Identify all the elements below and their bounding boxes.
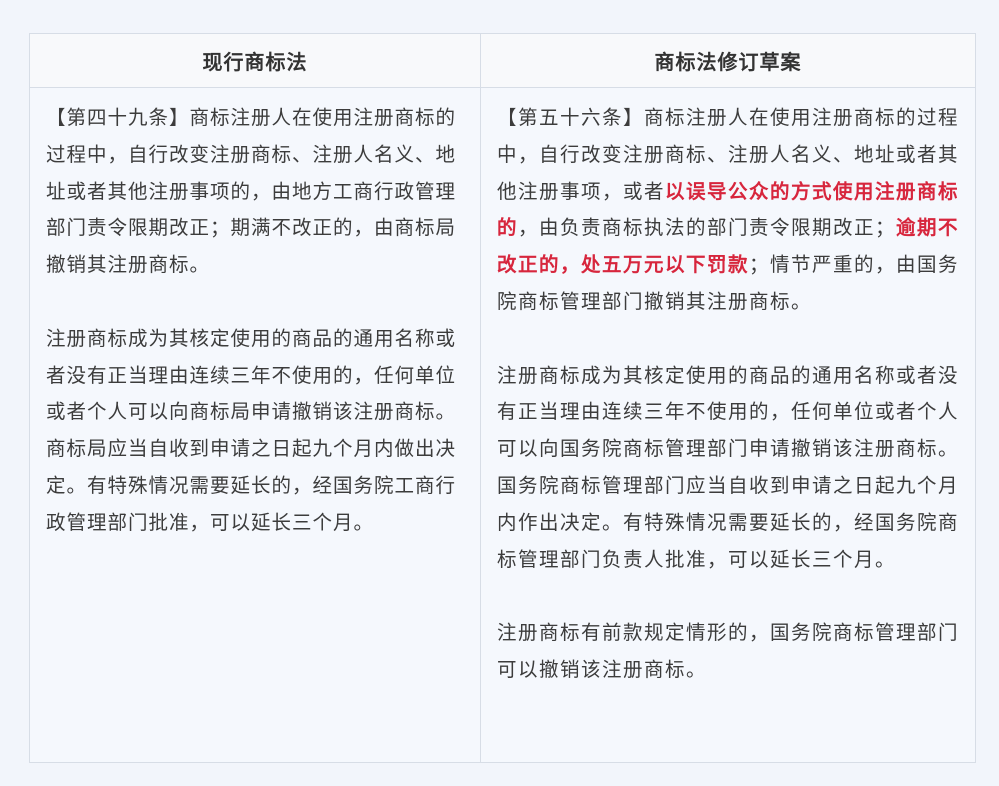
table-row: 【第四十九条】商标注册人在使用注册商标的过程中，自行改变注册商标、注册人名义、地…	[29, 87, 976, 763]
article-49-paragraph-1: 【第四十九条】商标注册人在使用注册商标的过程中，自行改变注册商标、注册人名义、地…	[46, 106, 457, 277]
article-56-paragraph-2: 注册商标成为其核定使用的商品的通用名称或者没有正当理由连续三年不使用的，任何单位…	[497, 363, 960, 571]
revised-draft-text: 【第五十六条】商标注册人在使用注册商标的过程中，自行改变注册商标、注册人名义、地…	[481, 88, 975, 689]
article-56-text-part-2: ，由负责商标执法的部门责令限期改正；	[518, 216, 897, 240]
table-header-row: 现行商标法 商标法修订草案	[29, 33, 976, 88]
current-law-text: 【第四十九条】商标注册人在使用注册商标的过程中，自行改变注册商标、注册人名义、地…	[30, 88, 480, 542]
comparison-table: 现行商标法 商标法修订草案 【第四十九条】商标注册人在使用注册商标的过程中，自行…	[29, 33, 976, 763]
page: 现行商标法 商标法修订草案 【第四十九条】商标注册人在使用注册商标的过程中，自行…	[0, 0, 999, 786]
header-revised-draft: 商标法修订草案	[480, 33, 976, 88]
current-law-cell: 【第四十九条】商标注册人在使用注册商标的过程中，自行改变注册商标、注册人名义、地…	[29, 87, 481, 763]
article-49-paragraph-2: 注册商标成为其核定使用的商品的通用名称或者没有正当理由连续三年不使用的，任何单位…	[46, 326, 457, 534]
header-current-law: 现行商标法	[29, 33, 481, 88]
revised-draft-cell: 【第五十六条】商标注册人在使用注册商标的过程中，自行改变注册商标、注册人名义、地…	[480, 87, 976, 763]
article-56-paragraph-1: 【第五十六条】商标注册人在使用注册商标的过程中，自行改变注册商标、注册人名义、地…	[497, 100, 961, 321]
article-56-paragraph-3: 注册商标有前款规定情形的，国务院商标管理部门可以撤销该注册商标。	[497, 621, 960, 681]
